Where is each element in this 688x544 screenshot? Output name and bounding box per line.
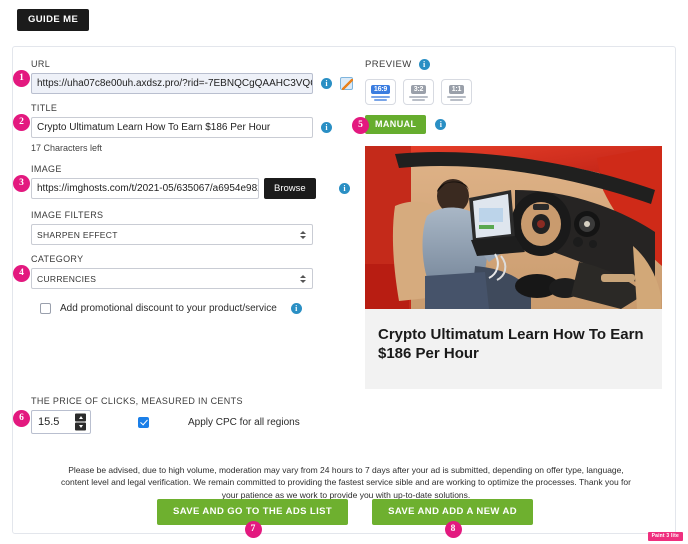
image-filters-value: SHARPEN EFFECT bbox=[37, 229, 118, 240]
aspect-ratio-3-2-label: 3:2 bbox=[410, 85, 427, 95]
cpc-row: THE PRICE OF CLICKS, MEASURED IN CENTS 6… bbox=[13, 396, 361, 434]
url-field-row: URL 1 https://uha07c8e00uh.axdsz.pro/?ri… bbox=[13, 59, 361, 94]
manual-button[interactable]: MANUAL bbox=[365, 115, 427, 134]
promo-discount-label: Add promotional discount to your product… bbox=[60, 303, 277, 314]
browse-button[interactable]: Browse bbox=[264, 178, 316, 199]
step-marker-4: 4 bbox=[13, 265, 30, 282]
url-label: URL bbox=[31, 59, 51, 69]
aspect-ratio-1-1-label: 1:1 bbox=[448, 85, 465, 95]
aspect-ratio-buttons: 16:9 3:2 1:1 bbox=[365, 79, 665, 105]
moderation-disclaimer: Please be advised, due to high volume, m… bbox=[61, 465, 631, 500]
step-marker-6: 6 bbox=[13, 410, 30, 427]
ad-form-card: URL 1 https://uha07c8e00uh.axdsz.pro/?ri… bbox=[12, 46, 677, 538]
cpc-stepper[interactable] bbox=[75, 413, 86, 431]
info-icon[interactable]: i bbox=[339, 183, 350, 194]
image-label: IMAGE bbox=[31, 164, 62, 174]
preview-title: PREVIEW bbox=[365, 59, 412, 70]
promo-discount-checkbox[interactable] bbox=[40, 303, 51, 314]
category-label: CATEGORY bbox=[31, 254, 84, 264]
info-icon[interactable]: i bbox=[418, 59, 430, 70]
title-characters-left: 17 Characters left bbox=[31, 143, 103, 153]
info-icon[interactable]: i bbox=[290, 303, 302, 314]
manual-row: 5 MANUAL i bbox=[352, 115, 665, 134]
ad-preview-headline: Crypto Ultimatum Learn How To Earn $186 … bbox=[378, 326, 644, 363]
cpc-value: 15.5 bbox=[38, 416, 60, 428]
apply-cpc-all-regions-checkbox[interactable] bbox=[138, 416, 149, 428]
form-left-column: URL 1 https://uha07c8e00uh.axdsz.pro/?ri… bbox=[13, 59, 361, 434]
aspect-ratio-1-1-button[interactable]: 1:1 bbox=[441, 79, 472, 105]
title-input[interactable]: Crypto Ultimatum Learn How To Earn $186 … bbox=[31, 117, 313, 138]
aspect-ratio-16-9-label: 16:9 bbox=[370, 85, 391, 95]
watermark-badge: Paint 3 lite bbox=[647, 532, 683, 541]
edit-pencil-icon[interactable] bbox=[340, 77, 353, 90]
category-value: CURRENCIES bbox=[37, 273, 97, 284]
image-filters-row: IMAGE FILTERS SHARPEN EFFECT bbox=[31, 210, 361, 245]
ad-preview-image bbox=[365, 146, 662, 309]
preview-header: PREVIEW i bbox=[365, 59, 665, 70]
image-url-input[interactable]: https://imghosts.com/t/2021-05/635067/a6… bbox=[31, 178, 259, 199]
step-marker-1: 1 bbox=[13, 70, 30, 87]
card-lines-icon bbox=[371, 96, 390, 101]
cpc-input[interactable]: 15.5 bbox=[31, 410, 91, 434]
chevron-updown-icon bbox=[300, 230, 306, 239]
url-input[interactable]: https://uha07c8e00uh.axdsz.pro/?rid=-7EB… bbox=[31, 73, 313, 94]
step-marker-5: 5 bbox=[352, 117, 369, 134]
title-field-row: TITLE 2 Crypto Ultimatum Learn How To Ea… bbox=[13, 103, 361, 153]
category-row: CATEGORY 4 CURRENCIES bbox=[13, 254, 361, 289]
step-marker-3: 3 bbox=[13, 175, 30, 192]
preview-column: PREVIEW i 16:9 3:2 1:1 5 MANUAL i Crypto… bbox=[352, 59, 665, 390]
step-marker-7: 7 bbox=[244, 521, 262, 538]
guide-me-button[interactable]: GUIDE ME bbox=[17, 9, 90, 31]
aspect-ratio-16-9-button[interactable]: 16:9 bbox=[365, 79, 396, 105]
apply-cpc-all-regions-label: Apply CPC for all regions bbox=[188, 416, 300, 428]
step-marker-2: 2 bbox=[13, 114, 30, 131]
cpc-label: THE PRICE OF CLICKS, MEASURED IN CENTS bbox=[31, 396, 243, 406]
card-lines-icon bbox=[409, 96, 428, 101]
save-buttons-row: SAVE AND GO TO THE ADS LIST 7 SAVE AND A… bbox=[13, 499, 677, 538]
info-icon[interactable]: i bbox=[435, 119, 447, 130]
category-select[interactable]: CURRENCIES bbox=[31, 268, 313, 289]
car-interior-photo bbox=[365, 146, 662, 309]
chevron-updown-icon bbox=[300, 274, 306, 283]
promo-discount-row: Add promotional discount to your product… bbox=[31, 303, 361, 314]
step-marker-8: 8 bbox=[444, 521, 462, 538]
info-icon[interactable]: i bbox=[321, 122, 332, 133]
card-lines-icon bbox=[447, 96, 466, 101]
aspect-ratio-3-2-button[interactable]: 3:2 bbox=[403, 79, 434, 105]
image-field-row: IMAGE 3 https://imghosts.com/t/2021-05/6… bbox=[13, 164, 361, 199]
ad-preview-card: Crypto Ultimatum Learn How To Earn $186 … bbox=[365, 146, 662, 390]
title-label: TITLE bbox=[31, 103, 58, 113]
ad-editor-page: GUIDE ME URL 1 https://uha07c8e00uh.axds… bbox=[0, 0, 688, 544]
image-filters-label: IMAGE FILTERS bbox=[31, 210, 104, 220]
image-filters-select[interactable]: SHARPEN EFFECT bbox=[31, 224, 313, 245]
info-icon[interactable]: i bbox=[321, 78, 332, 89]
